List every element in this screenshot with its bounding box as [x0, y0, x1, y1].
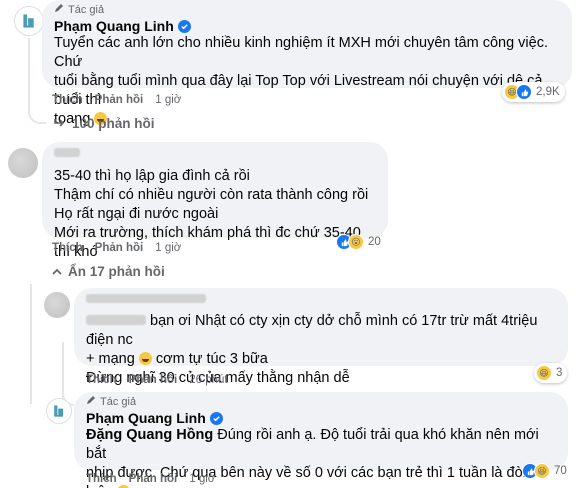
chevron-up-icon: [52, 264, 62, 279]
haha-reaction-icon: 😆: [534, 463, 550, 479]
hide-replies-link[interactable]: Ẩn 17 phản hồi: [52, 264, 165, 279]
like-button[interactable]: Thích: [86, 473, 117, 485]
comment-line: Đặng Quang Hồng Đúng rồi anh ạ. Độ tuổi …: [86, 427, 539, 462]
pencil-icon: [86, 395, 96, 408]
mention-link[interactable]: [86, 315, 146, 325]
view-replies-link[interactable]: 100 phản hồi: [54, 116, 155, 131]
verified-icon: [209, 411, 223, 425]
author-avatar[interactable]: [14, 6, 44, 36]
commenter-name[interactable]: [54, 148, 80, 157]
wow-reaction-icon: 😮: [348, 234, 364, 250]
author-badge-label: Tác giả: [68, 3, 105, 16]
verified-icon: [177, 19, 191, 33]
author-badge: Tác giả: [86, 395, 556, 408]
laughing-emoji-icon: [138, 352, 152, 365]
like-button[interactable]: Thích: [86, 374, 117, 386]
reply-button[interactable]: Phản hồi: [95, 94, 144, 106]
reaction-summary[interactable]: 😮 20: [334, 232, 386, 252]
comment-line: bạn ơi Nhật có cty xịn cty dở chỗ mình c…: [86, 294, 556, 350]
reaction-summary[interactable]: 😆 2,9K: [502, 82, 565, 102]
comment-actions: Thích Phản hồi 26 phút: [86, 374, 228, 386]
author-badge: Tác giả: [54, 3, 560, 16]
timestamp[interactable]: 1 giờ: [155, 242, 181, 254]
comment-line: Thậm chí có nhiều người còn rata thành c…: [54, 187, 369, 203]
reaction-summary[interactable]: 😆 70: [520, 461, 572, 481]
author-avatar[interactable]: [46, 398, 72, 424]
comment-bubble: Tác giả Phạm Quang Linh Đặng Quang Hồng …: [74, 392, 568, 488]
commenter-avatar[interactable]: [8, 148, 38, 178]
timestamp[interactable]: 26 phút: [189, 374, 227, 386]
comment-actions: Thích Phản hồi 1 giờ: [86, 473, 215, 485]
reaction-count: 70: [554, 465, 567, 477]
comment-bubble: bạn ơi Nhật có cty xịn cty dở chỗ mình c…: [74, 288, 568, 386]
reply-button[interactable]: Phản hồi: [95, 242, 144, 254]
reply-button[interactable]: Phản hồi: [129, 374, 178, 386]
reaction-count: 20: [368, 236, 381, 248]
commenter-avatar[interactable]: [44, 292, 70, 318]
mention-link[interactable]: Đặng Quang Hồng: [86, 427, 213, 443]
comment-line: + mạng cơm tự túc 3 bữa: [86, 351, 268, 367]
reply-button[interactable]: Phản hồi: [129, 473, 178, 485]
like-reaction-icon: [516, 84, 532, 100]
thread-connector: [28, 38, 46, 124]
comment-actions: Thích Phản hồi 1 giờ: [52, 94, 181, 106]
author-badge-label: Tác giả: [100, 395, 137, 408]
like-button[interactable]: Thích: [52, 94, 83, 106]
timestamp[interactable]: 1 giờ: [155, 94, 181, 106]
commenter-name[interactable]: [86, 294, 206, 303]
view-replies-label: 100 phản hồi: [72, 116, 155, 131]
haha-reaction-icon: 😆: [536, 365, 552, 381]
timestamp[interactable]: 1 giờ: [189, 473, 215, 485]
comment-line: Tuyển các anh lớn cho nhiều kinh nghiệm …: [54, 35, 548, 70]
comment-line: Họ rất ngại đi nước ngoài: [54, 206, 219, 222]
thread-connector: [30, 284, 32, 404]
author-name[interactable]: Phạm Quang Linh: [54, 18, 174, 34]
comment-bubble: Tác giả Phạm Quang Linh Tuyển các anh lớ…: [42, 0, 572, 127]
reaction-count: 3: [556, 367, 563, 379]
reaction-summary[interactable]: 😆 3: [534, 363, 568, 383]
reply-arrow-icon: [54, 116, 66, 131]
pencil-icon: [54, 3, 64, 16]
comment-text: Tuyển các anh lớn cho nhiều kinh nghiệm …: [54, 34, 560, 129]
hide-replies-label: Ẩn 17 phản hồi: [68, 264, 165, 279]
reaction-count: 2,9K: [536, 86, 560, 98]
comment-line: 35-40 thì họ lập gia đình cả rồi: [54, 168, 250, 184]
comment-actions: Thích Phản hồi 1 giờ: [52, 242, 181, 254]
like-button[interactable]: Thích: [52, 242, 83, 254]
author-name[interactable]: Phạm Quang Linh: [86, 410, 206, 426]
comment-bubble: 35-40 thì họ lập gia đình cả rồi Thậm ch…: [42, 142, 388, 260]
